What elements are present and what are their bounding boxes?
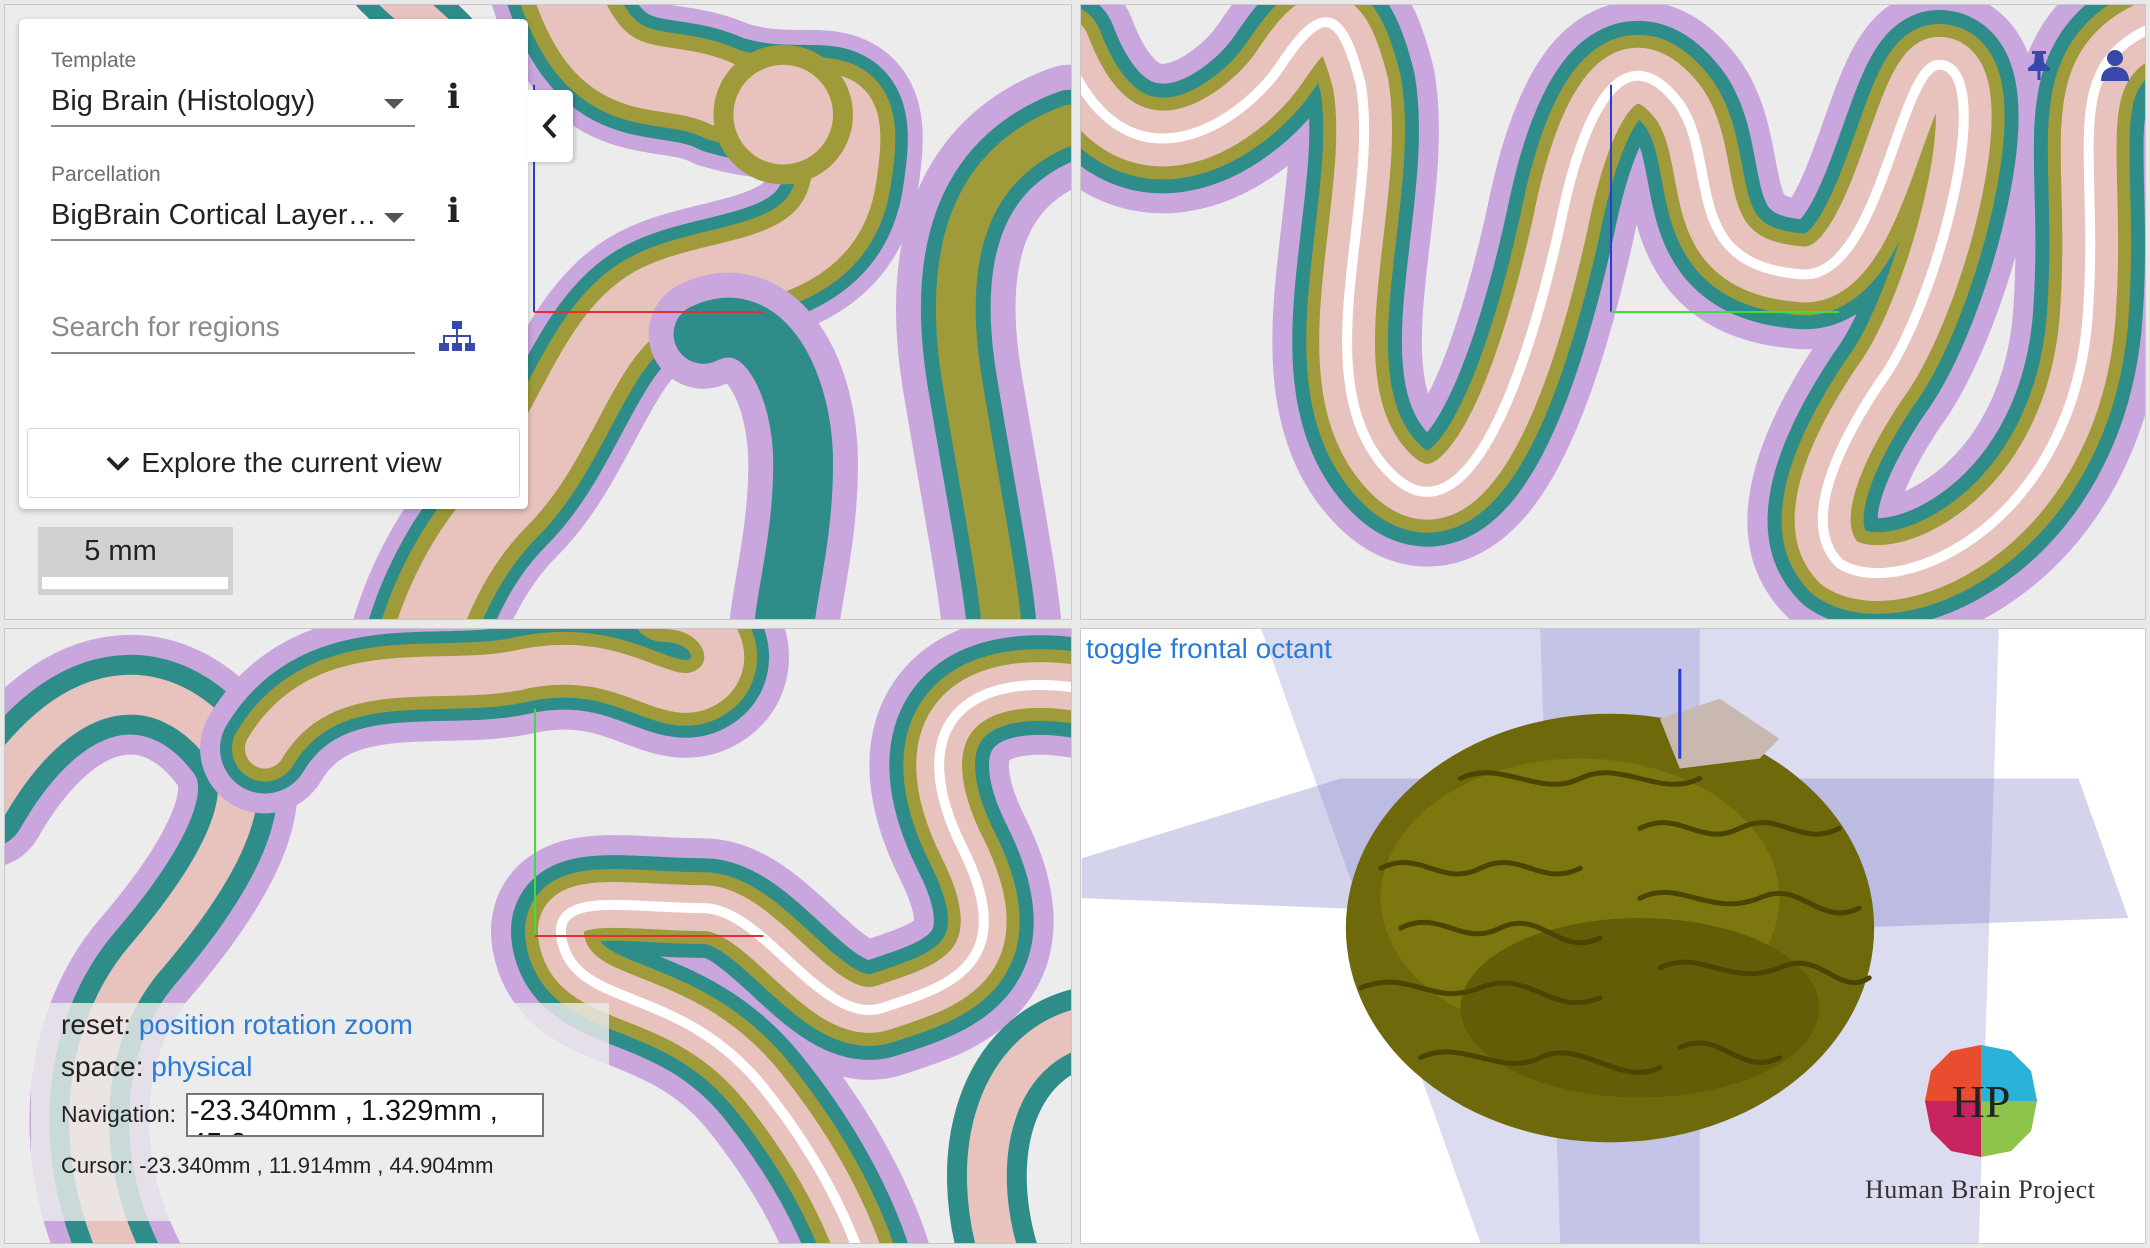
sagittal-view-pane[interactable] <box>1080 4 2146 620</box>
template-info-icon[interactable]: i <box>447 77 460 117</box>
template-label: Template <box>51 49 137 72</box>
histology-slice-sagittal <box>1081 5 2145 619</box>
parcellation-dropdown-caret-icon[interactable] <box>384 213 404 223</box>
parcellation-info-icon[interactable]: i <box>447 191 460 231</box>
navigation-label: Navigation: <box>61 1101 177 1127</box>
human-brain-project-logo: HP <box>1925 1045 2037 1157</box>
scale-bar-label: 5 mm <box>84 535 157 567</box>
space-label: space: <box>61 1051 144 1082</box>
hierarchy-sitemap-icon[interactable] <box>439 321 475 353</box>
search-underline <box>51 352 415 354</box>
parcellation-select-underline <box>51 239 415 241</box>
template-select-value[interactable]: Big Brain (Histology) <box>51 85 315 118</box>
reset-rotation-link[interactable]: rotation <box>243 1009 336 1040</box>
side-panel: Template Big Brain (Histology) i Parcell… <box>19 19 528 509</box>
chevron-down-icon <box>106 456 130 471</box>
parcellation-label: Parcellation <box>51 163 161 186</box>
top-right-toolbar <box>2025 49 2129 81</box>
toggle-frontal-octant-link[interactable]: toggle frontal octant <box>1086 633 1332 665</box>
scale-bar: 5 mm <box>38 527 233 595</box>
cursor-readout: Cursor: -23.340mm , 11.914mm , 44.904mm <box>61 1153 494 1178</box>
template-dropdown-caret-icon[interactable] <box>384 99 404 109</box>
coronal-view-pane[interactable]: Template Big Brain (Histology) i Parcell… <box>4 4 1072 620</box>
explore-button-label: Explore the current view <box>141 447 442 478</box>
3d-view-pane[interactable]: toggle frontal octant HP Human Brain Pro… <box>1080 628 2146 1244</box>
parcellation-select-value[interactable]: BigBrain Cortical Layer… <box>51 199 377 232</box>
explore-current-view-button[interactable]: Explore the current view <box>27 428 520 498</box>
hbp-logo-letters: HP <box>1952 1076 2011 1127</box>
user-icon[interactable] <box>2101 49 2129 81</box>
axial-view-pane[interactable]: reset: position rotation zoom space: phy… <box>4 628 1072 1244</box>
region-search-input[interactable] <box>51 307 413 347</box>
reset-row: reset: position rotation zoom <box>61 1009 413 1041</box>
space-row: space: physical <box>61 1051 252 1083</box>
chevron-left-icon <box>542 113 557 139</box>
pin-icon[interactable] <box>2025 49 2053 81</box>
navigation-status-panel: reset: position rotation zoom space: phy… <box>31 1003 609 1221</box>
reset-label: reset: <box>61 1009 132 1040</box>
space-toggle-link[interactable]: physical <box>151 1051 252 1082</box>
collapse-side-panel-button[interactable] <box>527 90 573 162</box>
navigation-coordinate-input[interactable]: -23.340mm , 1.329mm , 45.0 <box>186 1093 544 1137</box>
hbp-logo-text: Human Brain Project <box>1865 1175 2096 1204</box>
reset-position-link[interactable]: position <box>139 1009 236 1040</box>
template-select-underline <box>51 125 415 127</box>
scale-bar-line <box>42 577 228 589</box>
reset-zoom-link[interactable]: zoom <box>344 1009 412 1040</box>
